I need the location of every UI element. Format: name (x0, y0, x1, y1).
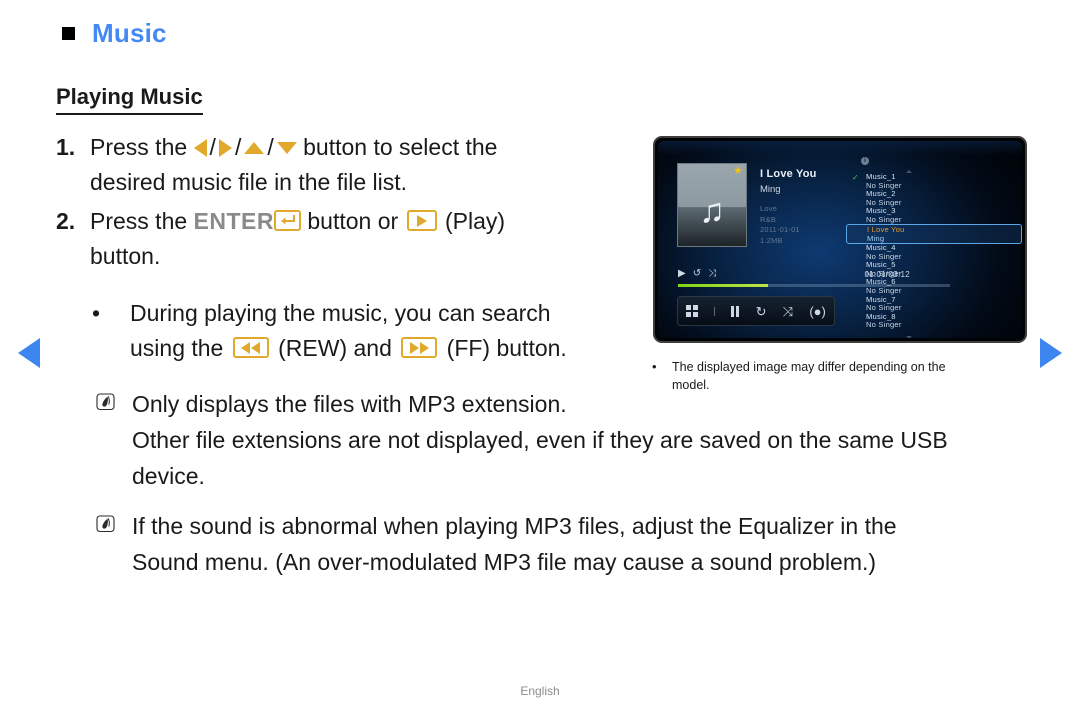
subsection-title: Playing Music (56, 84, 203, 116)
play-key-icon (406, 210, 437, 232)
track-date: 2011-01-01 (760, 225, 800, 234)
view-grid-icon[interactable] (686, 305, 698, 317)
track-title: I Love You (760, 168, 817, 180)
instruction-steps: 1. Press the / / / button to select the de… (56, 130, 656, 278)
pause-icon[interactable] (730, 305, 740, 317)
check-icon: ✓ (852, 173, 859, 182)
play-state-icon: ▶ (678, 268, 686, 279)
left-arrow-icon (193, 138, 207, 157)
list-item[interactable]: ✓ Music_1 No Singer (846, 172, 1022, 190)
footer-language: English (520, 684, 560, 698)
shuffle-icon[interactable]: ⤨ (783, 305, 793, 318)
page-root: Music Playing Music 1. Press the / / / but… (0, 0, 1080, 705)
mini-transport-icons: ▶ ↺ ⤨ (678, 269, 716, 279)
list-item[interactable]: Music_3 No Singer (846, 207, 1022, 224)
step2-text-post: (Play) (438, 208, 506, 234)
list-item-sub: Ming (867, 233, 885, 243)
shuffle-state-icon: ⤨ (708, 268, 717, 279)
list-item-selected[interactable]: I Love You Ming (846, 224, 1022, 245)
bullet-marker: • (92, 300, 101, 326)
list-item[interactable]: Music_4 No Singer (846, 244, 1022, 261)
fast-forward-key-icon (401, 337, 438, 359)
caption-text: The displayed image may differ depending… (672, 358, 946, 394)
list-item-sub: No Singer (866, 214, 902, 224)
step1-text-pre: Press the (90, 134, 194, 160)
page-title: Music (92, 18, 167, 48)
step-text: Press the / / / button to select the desir… (90, 130, 497, 200)
up-arrow-icon (244, 141, 265, 154)
note-text: If the sound is abnormal when playing MP… (132, 508, 897, 580)
step2-mid-text: button or (301, 208, 405, 234)
step-number: 1. (56, 134, 76, 160)
info-icon[interactable]: i (861, 157, 869, 165)
section-heading: Music (62, 18, 167, 49)
list-item[interactable]: Music_5 No Singer (846, 261, 1022, 278)
next-page-arrow-icon[interactable] (1040, 338, 1062, 368)
list-item[interactable]: Music_6 No Singer (846, 278, 1022, 295)
down-arrow-icon (276, 141, 297, 154)
step-number: 2. (56, 208, 76, 234)
square-bullet-icon (62, 27, 75, 40)
caption-bullet: • (652, 359, 657, 374)
step1-line2: desired music file in the file list. (90, 169, 408, 195)
note2-line-2: Sound menu. (An over-modulated MP3 file … (132, 549, 877, 575)
now-playing-info: I Love You Ming Love R&B 2011-01-01 1.2M… (760, 167, 817, 246)
track-size: 1.2MB (760, 235, 783, 245)
step-2: 2. Press the ENTER button or (Play) butt… (56, 204, 656, 274)
bullet-text: During playing the music, you can search… (130, 296, 567, 366)
tv-screenshot: ★ ♫ I Love You Ming Love R&B 2011-01-01 … (653, 136, 1027, 343)
list-item-sub: No Singer (866, 320, 902, 330)
album-art: ★ ♫ (677, 163, 747, 247)
progress-fill (678, 284, 768, 287)
list-item-name: I Love You (867, 225, 905, 235)
music-note-icon: ♫ (699, 192, 725, 230)
playback-control-bar[interactable]: ↻ ⤨ (●) (677, 296, 835, 326)
track-genre: R&B (760, 214, 777, 224)
screen-top-glow (658, 141, 1022, 155)
repeat-icon[interactable]: ↻ (756, 305, 767, 318)
note-block-1: Only displays the files with MP3 extensi… (96, 386, 1046, 494)
bullet-item: • During playing the music, you can sear… (92, 296, 652, 366)
bullet-line2-post: (FF) button. (440, 335, 567, 361)
list-item[interactable]: Music_2 No Singer (846, 189, 1022, 207)
bullet-line2-pre: using the (130, 335, 230, 361)
note-pen-icon (96, 515, 132, 538)
right-arrow-icon (218, 138, 232, 157)
note-block-2: If the sound is abnormal when playing MP… (96, 508, 1046, 580)
track-album: Love (760, 204, 778, 213)
display-mode-icon[interactable]: (●) (809, 305, 826, 318)
step-1: 1. Press the / / / button to select the de… (56, 130, 656, 200)
step1-text-post: button to select the (296, 134, 498, 160)
note-pen-icon (96, 393, 132, 416)
step-text: Press the ENTER button or (Play) button. (90, 204, 505, 274)
caption-line-2: model. (672, 378, 710, 392)
control-divider (713, 306, 715, 316)
star-icon: ★ (733, 165, 743, 177)
caption-line-1: The displayed image may differ depending… (672, 360, 946, 374)
track-artist: Ming (760, 184, 781, 195)
tv-caption: • The displayed image may differ dependi… (652, 358, 1032, 394)
prev-page-arrow-icon[interactable] (18, 338, 40, 368)
list-item[interactable]: Music_7 No Singer (846, 295, 1022, 313)
rewind-key-icon (232, 337, 269, 359)
scroll-down-icon[interactable] (906, 336, 912, 338)
note-text: Only displays the files with MP3 extensi… (132, 386, 948, 494)
enter-key-icon (274, 210, 301, 232)
bullet-block: • During playing the music, you can sear… (92, 296, 652, 366)
repeat-state-icon: ↺ (692, 268, 702, 279)
note1-line-2: Other file extensions are not displayed,… (132, 427, 948, 453)
enter-label: ENTER (193, 208, 274, 234)
bullet-line2-mid: (REW) and (271, 335, 399, 361)
list-item[interactable]: Music_8 No Singer (846, 312, 1022, 330)
bullet-line-1: During playing the music, you can search (130, 300, 551, 326)
note1-line-3: device. (132, 463, 205, 489)
tv-screen-content: ★ ♫ I Love You Ming Love R&B 2011-01-01 … (658, 141, 1022, 338)
step2-text-pre: Press the (90, 208, 194, 234)
note2-line-1: If the sound is abnormal when playing MP… (132, 513, 897, 539)
playlist-items: ✓ Music_1 No Singer Music_2 No Singer Mu… (846, 172, 1022, 330)
step2-line2: button. (90, 243, 161, 269)
